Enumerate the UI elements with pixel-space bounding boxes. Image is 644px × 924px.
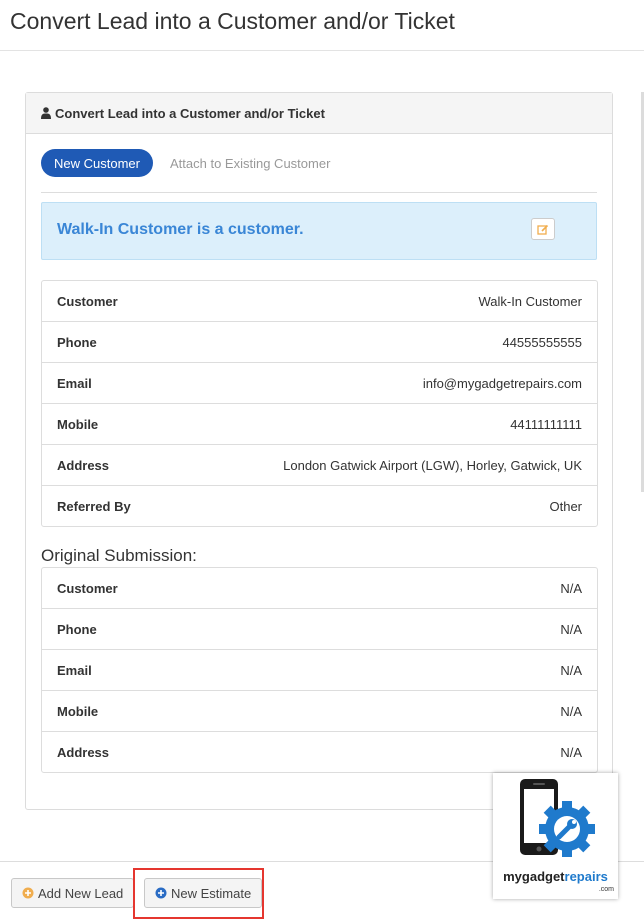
mygadgetrepairs-logo: mygadgetrepairs .com bbox=[493, 773, 618, 899]
table-row: Phone N/A bbox=[42, 609, 597, 650]
table-row: Email N/A bbox=[42, 650, 597, 691]
table-row: Mobile N/A bbox=[42, 691, 597, 732]
logo-suffix: .com bbox=[598, 886, 614, 893]
plus-circle-icon bbox=[22, 887, 34, 899]
original-submission-heading: Original Submission: bbox=[41, 546, 197, 565]
panel-heading: Convert Lead into a Customer and/or Tick… bbox=[26, 93, 612, 134]
panel-heading-text: Convert Lead into a Customer and/or Tick… bbox=[55, 105, 325, 121]
table-row: Mobile 44111111111 bbox=[42, 404, 597, 445]
phone-gear-icon bbox=[520, 779, 595, 857]
customer-details-table: Customer Walk-In Customer Phone 4455555555… bbox=[41, 280, 598, 527]
table-row: Address N/A bbox=[57, 744, 582, 760]
user-icon bbox=[41, 107, 51, 119]
table-row: Referred By Other bbox=[57, 498, 582, 514]
original-submission-table: Customer N/A Phone N/A Email N/A Mobile N/A … bbox=[41, 567, 598, 773]
edit-icon bbox=[537, 224, 549, 235]
table-row: Customer N/A bbox=[42, 568, 597, 609]
table-row: Address London Gatwick Airport (LGW), Hor… bbox=[42, 445, 597, 486]
logo-wordmark: mygadgetrepairs bbox=[503, 869, 608, 884]
customer-status-alert: Walk-In Customer is a customer. bbox=[41, 202, 597, 260]
table-row: Phone 44555555555 bbox=[42, 322, 597, 363]
edit-customer-button[interactable] bbox=[531, 218, 555, 240]
tab-new-customer[interactable]: New Customer bbox=[41, 149, 153, 177]
tab-attach-existing-customer[interactable]: Attach to Existing Customer bbox=[170, 149, 330, 177]
add-new-lead-button[interactable]: Add New Lead bbox=[11, 878, 135, 908]
alert-message: Walk-In Customer is a customer. bbox=[57, 221, 304, 238]
table-row: Customer Walk-In Customer bbox=[42, 281, 597, 322]
customer-tabs: New Customer Attach to Existing Customer bbox=[41, 149, 597, 193]
title-divider bbox=[0, 50, 644, 51]
new-estimate-highlight bbox=[133, 868, 264, 919]
convert-lead-panel: Convert Lead into a Customer and/or Tick… bbox=[25, 92, 613, 810]
table-row: Email info@mygadgetrepairs.com bbox=[42, 363, 597, 404]
page-title: Convert Lead into a Customer and/or Tick… bbox=[10, 8, 455, 34]
add-new-lead-label: Add New Lead bbox=[38, 885, 124, 901]
